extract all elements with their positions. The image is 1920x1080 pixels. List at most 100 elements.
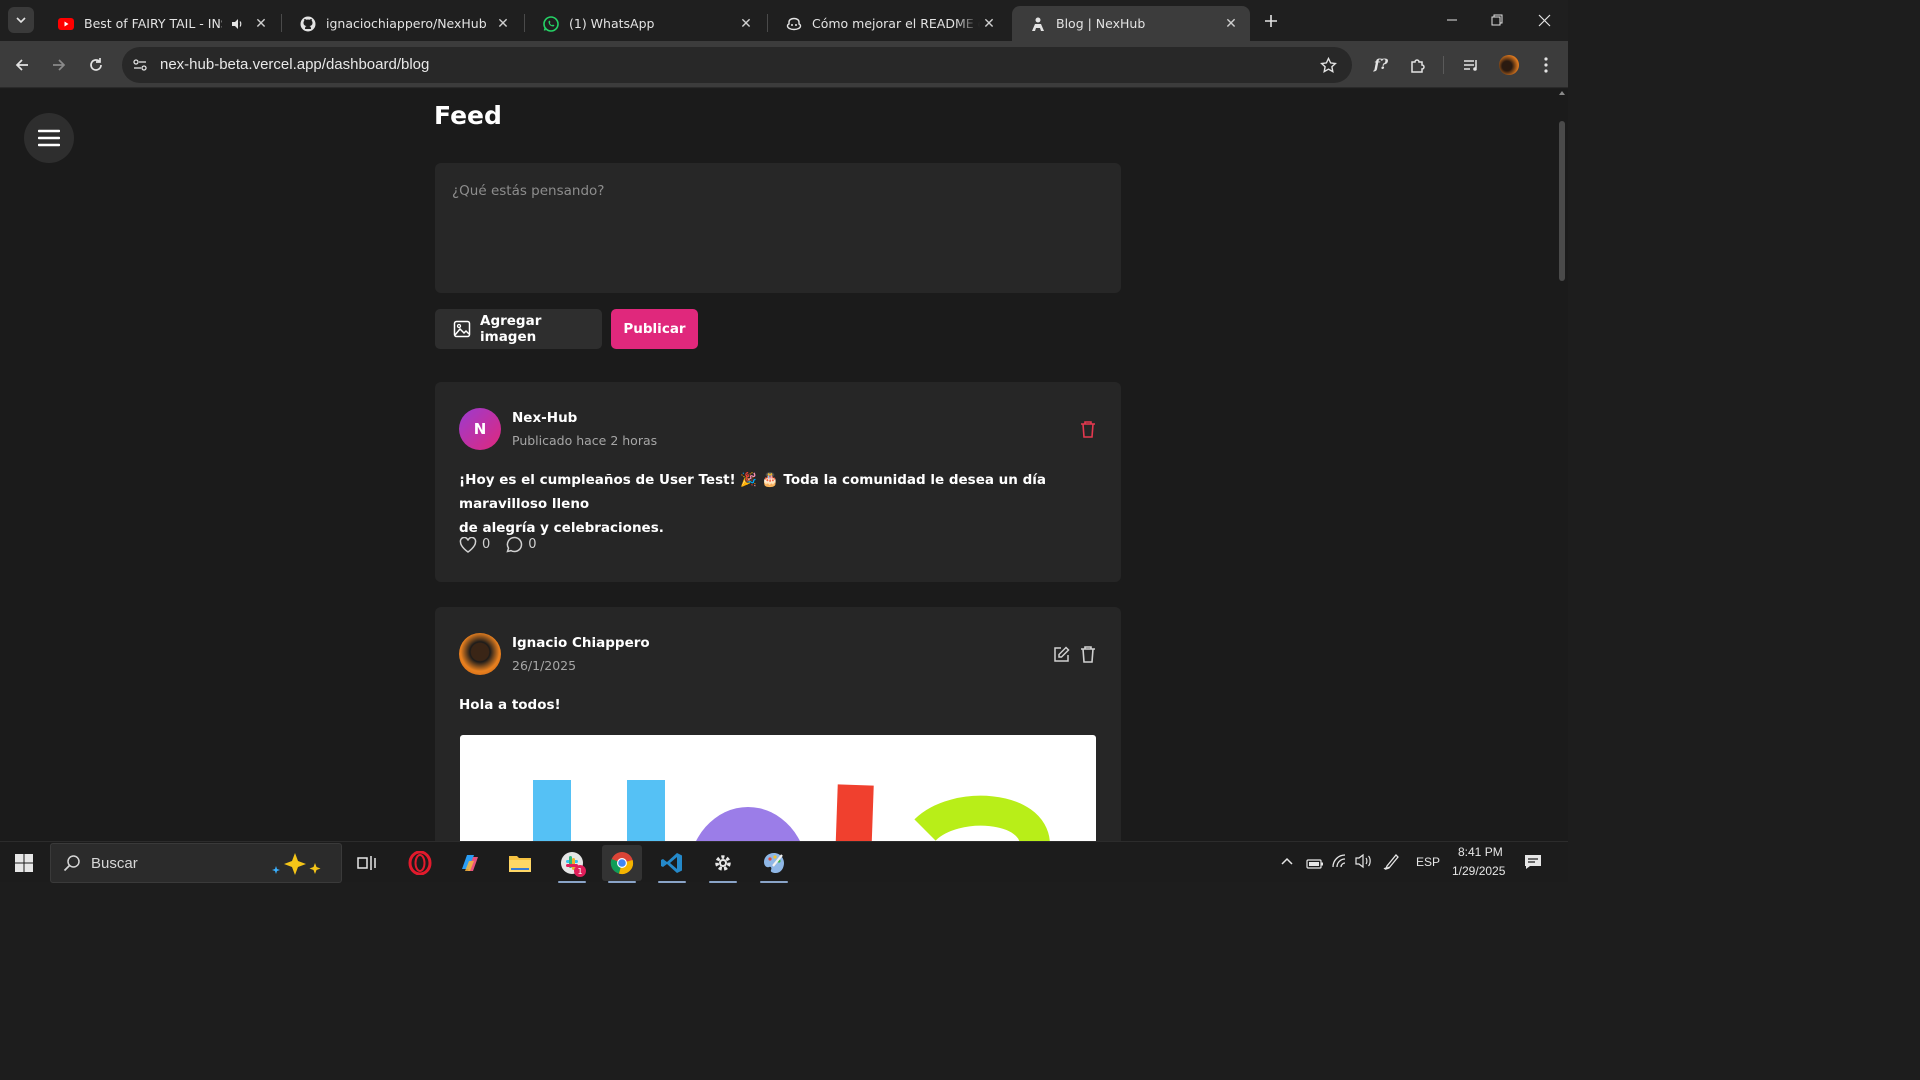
running-indicator (760, 881, 788, 883)
running-indicator (709, 881, 737, 883)
delete-post-button[interactable] (1078, 419, 1098, 439)
new-tab-button[interactable] (1258, 8, 1284, 34)
start-button[interactable] (4, 845, 44, 881)
post-image[interactable] (460, 735, 1096, 841)
notifications-button[interactable] (1524, 853, 1542, 875)
trash-icon (1081, 421, 1095, 438)
file-explorer-app[interactable] (500, 845, 540, 881)
scrollbar-thumb[interactable] (1559, 121, 1565, 281)
copilot-icon (786, 16, 802, 32)
site-info-icon[interactable] (130, 55, 150, 75)
chrome-app[interactable] (602, 845, 642, 883)
tab-fairy-tail[interactable]: Best of FAIRY TAIL - INSANE ✕ (40, 6, 280, 41)
like-count: 0 (482, 537, 491, 552)
avatar[interactable]: N (459, 408, 501, 450)
more-vert-icon (1544, 57, 1548, 73)
menu-button[interactable] (1532, 51, 1560, 79)
back-button[interactable] (8, 51, 36, 79)
formula-extension-button[interactable]: f? (1367, 51, 1395, 79)
slack-app[interactable]: 1 (552, 845, 592, 883)
image-icon (453, 320, 471, 338)
avatar[interactable] (459, 633, 501, 675)
tab-github[interactable]: ignaciochiappero/NexHub ✕ (282, 6, 522, 41)
running-indicator (558, 881, 586, 883)
media-control-button[interactable] (1457, 51, 1485, 79)
reload-button[interactable] (82, 51, 110, 79)
running-indicator (658, 881, 686, 883)
post-actions: 0 0 (459, 536, 553, 553)
paint-app[interactable] (754, 845, 794, 883)
tab-strip: Best of FAIRY TAIL - INSANE ✕ ignaciochi… (0, 0, 1568, 41)
post-body: ¡Hoy es el cumpleaños de User Test! 🎉 🎂 … (459, 468, 1099, 540)
notification-badge: 1 (574, 865, 586, 877)
arrow-right-icon (53, 59, 66, 71)
delete-post-button[interactable] (1078, 644, 1098, 664)
search-icon (63, 855, 80, 872)
comment-count: 0 (528, 537, 537, 552)
battery-icon[interactable] (1306, 855, 1324, 874)
forward-button[interactable] (45, 51, 73, 79)
clock-date[interactable]: 1/29/2025 (1452, 864, 1505, 878)
comment-icon (506, 536, 523, 553)
address-bar[interactable]: nex-hub-beta.vercel.app/dashboard/blog (122, 47, 1352, 83)
add-image-label: Agregar imagen (480, 313, 542, 345)
task-view-button[interactable] (347, 845, 387, 881)
tab-title: Best of FAIRY TAIL - INSANE (84, 16, 222, 31)
chevron-up-icon (1281, 857, 1293, 865)
github-icon (300, 16, 316, 32)
tab-copilot[interactable]: Cómo mejorar el README de u ✕ (768, 6, 1008, 41)
post-author[interactable]: Nex-Hub (512, 410, 577, 426)
windows-icon (15, 854, 33, 872)
youtube-icon (58, 16, 74, 32)
avatar-letter: N (473, 420, 487, 438)
close-window-button[interactable] (1522, 6, 1566, 34)
hamburger-menu-button[interactable] (24, 113, 74, 163)
bookmark-star-icon[interactable] (1318, 55, 1338, 75)
close-tab-icon[interactable]: ✕ (737, 15, 755, 33)
post-author[interactable]: Ignacio Chiappero (512, 635, 650, 651)
toolbar-divider (1443, 56, 1444, 74)
show-hidden-icons-button[interactable] (1280, 854, 1294, 873)
wifi-icon[interactable] (1331, 853, 1349, 873)
tab-blog-nexhub[interactable]: Blog | NexHub ✕ (1012, 6, 1250, 41)
scroll-up-arrow[interactable] (1559, 91, 1565, 95)
page-scrollbar[interactable] (1556, 89, 1568, 841)
tab-whatsapp[interactable]: (1) WhatsApp ✕ (525, 6, 765, 41)
add-image-button[interactable]: Agregar imagen (435, 309, 602, 349)
restore-button[interactable] (1475, 6, 1519, 34)
close-tab-icon[interactable]: ✕ (252, 15, 270, 33)
opera-app[interactable] (400, 845, 440, 881)
settings-app[interactable] (703, 845, 743, 883)
function-icon: f? (1373, 57, 1389, 73)
close-tab-icon[interactable]: ✕ (494, 15, 512, 33)
copilot-app[interactable] (450, 845, 490, 881)
extensions-button[interactable] (1404, 51, 1432, 79)
comment-button[interactable]: 0 (506, 536, 537, 553)
page-title: Feed (434, 101, 502, 130)
volume-icon[interactable] (1355, 853, 1373, 873)
minimize-button[interactable] (1430, 6, 1474, 34)
post-body-line: de alegría y celebraciones. (459, 520, 664, 536)
profile-avatar (1499, 55, 1519, 75)
chrome-icon (610, 852, 634, 875)
taskbar-search[interactable]: Buscar (50, 843, 342, 883)
clock-time[interactable]: 8:41 PM (1458, 845, 1503, 859)
speaker-icon[interactable] (230, 17, 244, 31)
language-indicator[interactable]: ESP (1416, 855, 1440, 869)
like-button[interactable]: 0 (459, 536, 491, 553)
close-tab-icon[interactable]: ✕ (980, 15, 998, 33)
profile-button[interactable] (1495, 51, 1523, 79)
tab-title: Blog | NexHub (1056, 16, 1146, 31)
taskbar: Buscar 1 ESP 8:41 PM 1/29/2025 (0, 841, 1568, 883)
edit-post-button[interactable] (1051, 644, 1071, 664)
vscode-app[interactable] (652, 845, 692, 883)
trash-icon (1081, 646, 1095, 663)
post-composer[interactable]: ¿Qué estás pensando? (435, 163, 1121, 293)
tab-search-button[interactable] (8, 7, 34, 33)
whatsapp-icon (543, 15, 559, 32)
pen-icon[interactable] (1383, 852, 1401, 874)
url-text[interactable]: nex-hub-beta.vercel.app/dashboard/blog (160, 56, 429, 73)
media-queue-icon (1464, 60, 1477, 71)
close-tab-icon[interactable]: ✕ (1222, 15, 1240, 33)
publish-button[interactable]: Publicar (611, 309, 698, 349)
